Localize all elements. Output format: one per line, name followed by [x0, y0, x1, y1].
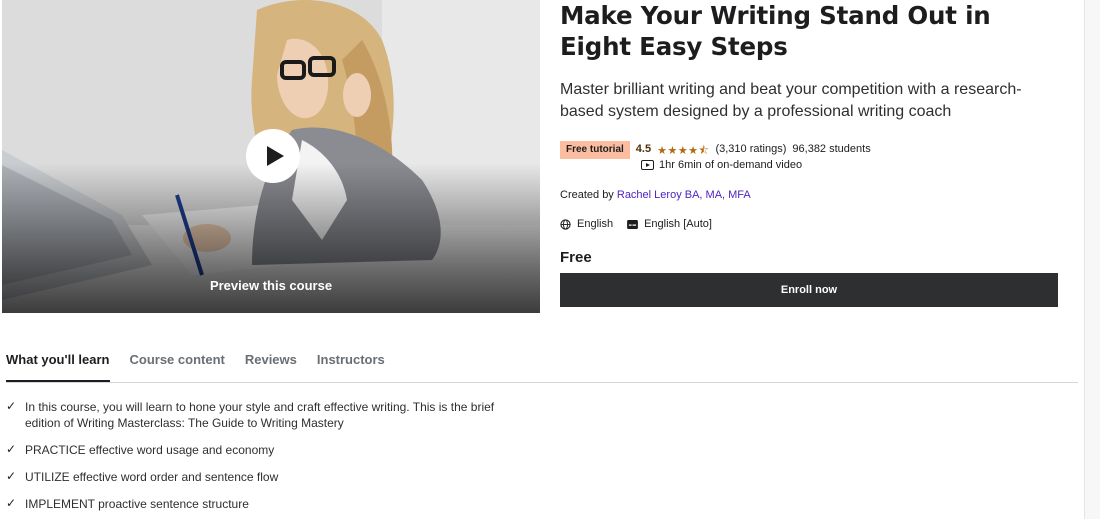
- tab-what-youll-learn[interactable]: What you'll learn: [6, 349, 110, 382]
- course-subtitle: Master brilliant writing and beat your c…: [560, 81, 1022, 120]
- learn-item-text: In this course, you will learn to hone y…: [25, 400, 495, 430]
- students-count: 96,382 students: [792, 143, 871, 155]
- course-preview[interactable]: Preview this course: [2, 0, 540, 313]
- list-item: ✓ PRACTICE effective word usage and econ…: [6, 442, 526, 458]
- rating-score: 4.5: [635, 143, 652, 155]
- scrollbar-track[interactable]: [1084, 0, 1100, 519]
- tab-course-content[interactable]: Course content: [130, 349, 225, 381]
- free-tutorial-badge: Free tutorial: [560, 141, 630, 159]
- play-button[interactable]: [246, 129, 300, 183]
- learn-list: ✓ In this course, you will learn to hone…: [6, 399, 526, 523]
- ratings-count-link[interactable]: (3,310 ratings): [715, 143, 786, 155]
- learn-item-text: UTILIZE effective word order and sentenc…: [25, 470, 279, 484]
- language-row: English English [Auto]: [560, 218, 712, 230]
- video-duration: 1hr 6min of on-demand video: [641, 159, 802, 171]
- created-by-label: Created by: [560, 189, 614, 201]
- list-item: ✓ UTILIZE effective word order and sente…: [6, 469, 526, 485]
- video-icon: [641, 160, 654, 170]
- play-icon: [267, 146, 284, 166]
- check-icon: ✓: [6, 496, 17, 510]
- enroll-button[interactable]: Enroll now: [560, 273, 1058, 307]
- learn-item-text: PRACTICE effective word usage and econom…: [25, 443, 275, 457]
- captions-icon: [627, 219, 638, 229]
- course-info: Make Your Writing Stand Out in Eight Eas…: [560, 0, 1060, 307]
- list-item: ✓ In this course, you will learn to hone…: [6, 399, 526, 431]
- rating-row: Free tutorial 4.5 ★★★★⯪ (3,310 ratings) …: [560, 141, 871, 161]
- list-item: ✓ IMPLEMENT proactive sentence structure: [6, 496, 526, 512]
- course-title: Make Your Writing Stand Out in Eight Eas…: [560, 1, 991, 61]
- preview-label[interactable]: Preview this course: [2, 278, 540, 293]
- learn-item-text: IMPLEMENT proactive sentence structure: [25, 497, 249, 511]
- globe-icon: [560, 218, 571, 230]
- check-icon: ✓: [6, 442, 17, 456]
- tab-instructors[interactable]: Instructors: [317, 349, 385, 381]
- language-text: English: [577, 218, 614, 230]
- check-icon: ✓: [6, 469, 17, 483]
- instructor-link[interactable]: Rachel Leroy BA, MA, MFA: [617, 189, 751, 201]
- course-price: Free: [560, 249, 592, 266]
- duration-text: 1hr 6min of on-demand video: [659, 159, 803, 171]
- captions-text: English [Auto]: [644, 218, 712, 230]
- check-icon: ✓: [6, 399, 17, 413]
- tab-reviews[interactable]: Reviews: [245, 349, 297, 381]
- created-by: Created by Rachel Leroy BA, MA, MFA: [560, 189, 751, 201]
- course-tabs: What you'll learn Course content Reviews…: [6, 349, 1078, 383]
